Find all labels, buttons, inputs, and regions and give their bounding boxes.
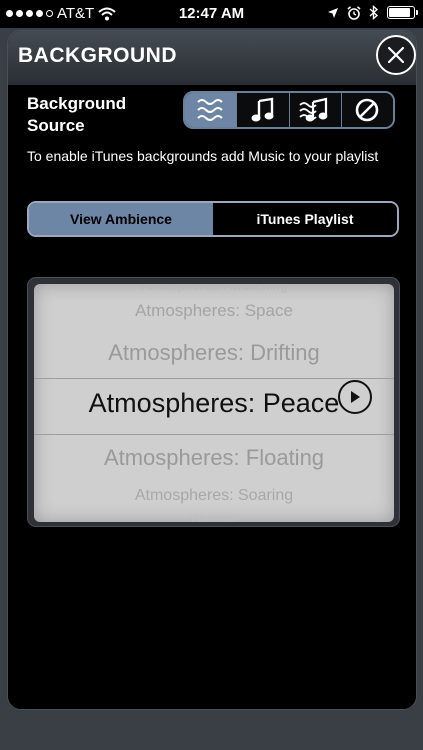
source-none-button[interactable] <box>341 93 393 127</box>
picker-item[interactable]: Atmospheres: Awakening <box>34 284 394 293</box>
itunes-info-text: To enable iTunes backgrounds add Music t… <box>27 148 379 164</box>
selection-top-line <box>34 378 394 379</box>
app-background: BACKGROUND Background Source To enable i… <box>0 28 423 750</box>
battery-icon <box>387 6 418 19</box>
picker-item[interactable]: Atmospheres: Space <box>34 301 394 321</box>
panel-body: Background Source To enable iTunes backg… <box>8 85 416 709</box>
source-music-button[interactable] <box>237 93 290 127</box>
background-panel: BACKGROUND Background Source To enable i… <box>7 30 417 710</box>
background-source-label: Background Source <box>27 94 127 135</box>
close-button[interactable] <box>376 35 416 75</box>
picker-item[interactable]: Waterfall <box>34 512 394 522</box>
tab-itunes-playlist[interactable]: iTunes Playlist <box>213 203 397 235</box>
picker-item[interactable]: Atmospheres: Drifting <box>34 340 394 366</box>
play-preview-button[interactable] <box>338 380 372 414</box>
view-tabs: View Ambience iTunes Playlist <box>27 201 399 237</box>
picker-item[interactable]: Atmospheres: Soaring <box>34 487 394 505</box>
play-icon <box>351 391 360 403</box>
background-source-selector <box>183 91 395 129</box>
panel-title: BACKGROUND <box>18 44 177 67</box>
wave-music-icon <box>299 97 328 122</box>
panel-header: BACKGROUND <box>8 31 416 85</box>
tab-view-ambience[interactable]: View Ambience <box>29 203 213 235</box>
source-ambience-button[interactable] <box>185 93 238 127</box>
source-ambience-music-button[interactable] <box>289 93 342 127</box>
status-bar: AT&T 12:47 AM <box>0 0 423 28</box>
location-arrow-icon <box>328 7 338 18</box>
status-bar-right <box>327 5 418 20</box>
alarm-clock-icon <box>347 5 361 20</box>
picker-item[interactable]: Atmospheres: Floating <box>34 445 394 471</box>
bluetooth-icon <box>369 5 379 20</box>
none-icon <box>356 98 379 122</box>
ambience-picker-frame: Atmospheres: Awakening Atmospheres: Spac… <box>27 277 400 527</box>
close-icon <box>387 46 405 64</box>
ambience-picker[interactable]: Atmospheres: Awakening Atmospheres: Spac… <box>34 284 394 522</box>
music-note-icon <box>251 97 274 122</box>
selection-bottom-line <box>34 434 394 435</box>
waves-icon <box>196 99 223 121</box>
